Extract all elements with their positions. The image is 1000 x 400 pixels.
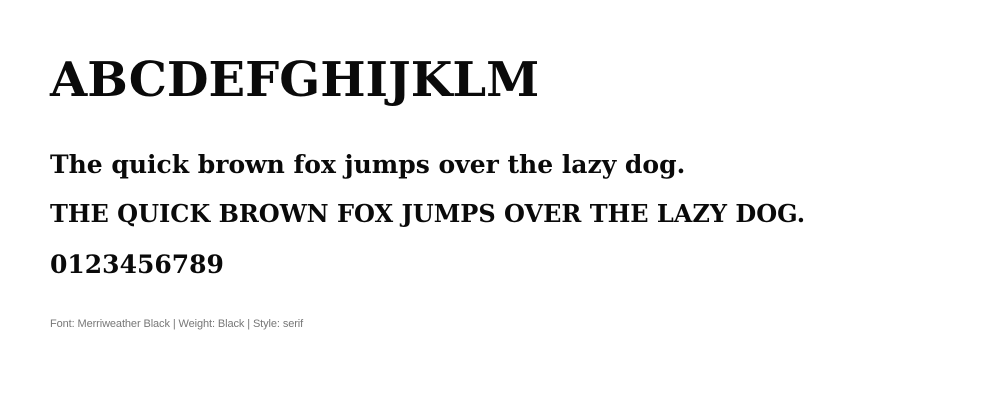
- digits-sample: 0123456789: [50, 250, 224, 279]
- font-specimen: ABCDEFGHIJKLM The quick brown fox jumps …: [50, 0, 970, 400]
- alphabet-sample: ABCDEFGHIJKLM: [50, 52, 540, 108]
- font-info-caption: Font: Merriweather Black | Weight: Black…: [50, 318, 304, 330]
- pangram-sample: The quick brown fox jumps over the lazy …: [50, 150, 686, 179]
- pangram-uppercase-sample: THE QUICK BROWN FOX JUMPS OVER THE LAZY …: [50, 199, 806, 228]
